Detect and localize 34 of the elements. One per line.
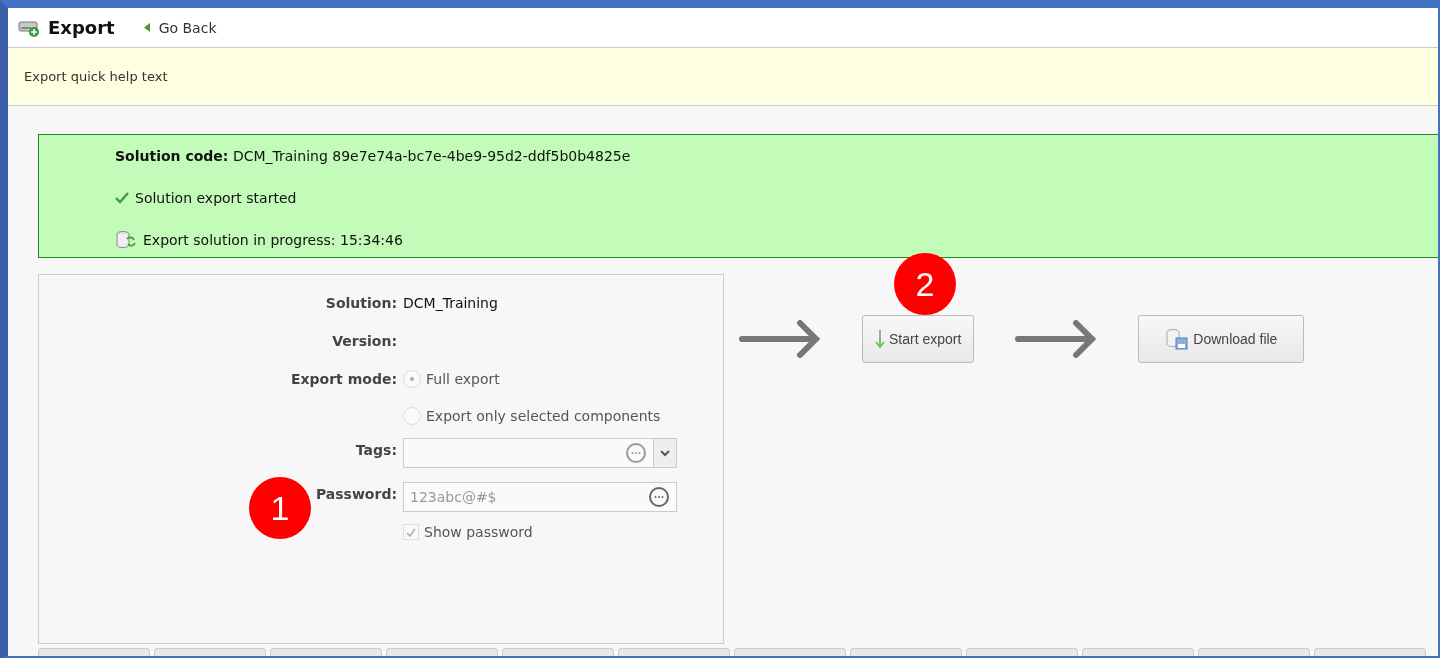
status-message: Export solution in progress: 15:34:46 (143, 232, 403, 248)
status-message: Solution export started (135, 190, 297, 206)
ellipsis-circle-icon (648, 486, 670, 508)
solution-code-text: Solution code: DCM_Training 89e7e74a-bc7e-4be9-95d2-ddf5b0b4825e (115, 148, 631, 164)
radio-circle[interactable] (403, 370, 421, 388)
help-text: Export quick help text (24, 69, 168, 85)
dropdown-button[interactable] (653, 439, 676, 467)
checkmark-icon (115, 192, 129, 204)
step-button[interactable]: Start export (862, 315, 975, 363)
field-label: Tags: (354, 441, 398, 460)
field-label: Version: (331, 332, 398, 351)
annotation-badge: 2 (894, 253, 956, 315)
arrow-down-icon (875, 329, 885, 349)
go-back-link[interactable]: Go Back (142, 19, 217, 36)
arrow-icon (1014, 319, 1099, 359)
page-title: Export (48, 17, 115, 39)
field-label: Export mode: (289, 370, 398, 389)
solution-value: DCM_Training (403, 294, 498, 313)
annotation-badge: 1 (249, 477, 311, 539)
show-password-checkbox[interactable]: Show password (403, 520, 533, 544)
field-label: Solution: (324, 294, 398, 313)
ellipsis-circle-icon (625, 442, 647, 464)
arrow-icon (738, 319, 822, 359)
export-mode-radio[interactable]: Full export (403, 367, 661, 391)
database-save-icon (1165, 328, 1190, 350)
back-triangle-icon (142, 22, 151, 34)
checkbox[interactable] (403, 524, 419, 540)
database-refresh-icon (115, 230, 137, 250)
field-label: Password: (314, 485, 398, 504)
radio-circle[interactable] (403, 407, 421, 425)
tags-field[interactable] (403, 438, 677, 468)
chevron-down-icon (660, 449, 670, 457)
export-mode-radio[interactable]: Export only selected components (403, 404, 661, 428)
step-button[interactable]: Download file (1138, 315, 1305, 363)
